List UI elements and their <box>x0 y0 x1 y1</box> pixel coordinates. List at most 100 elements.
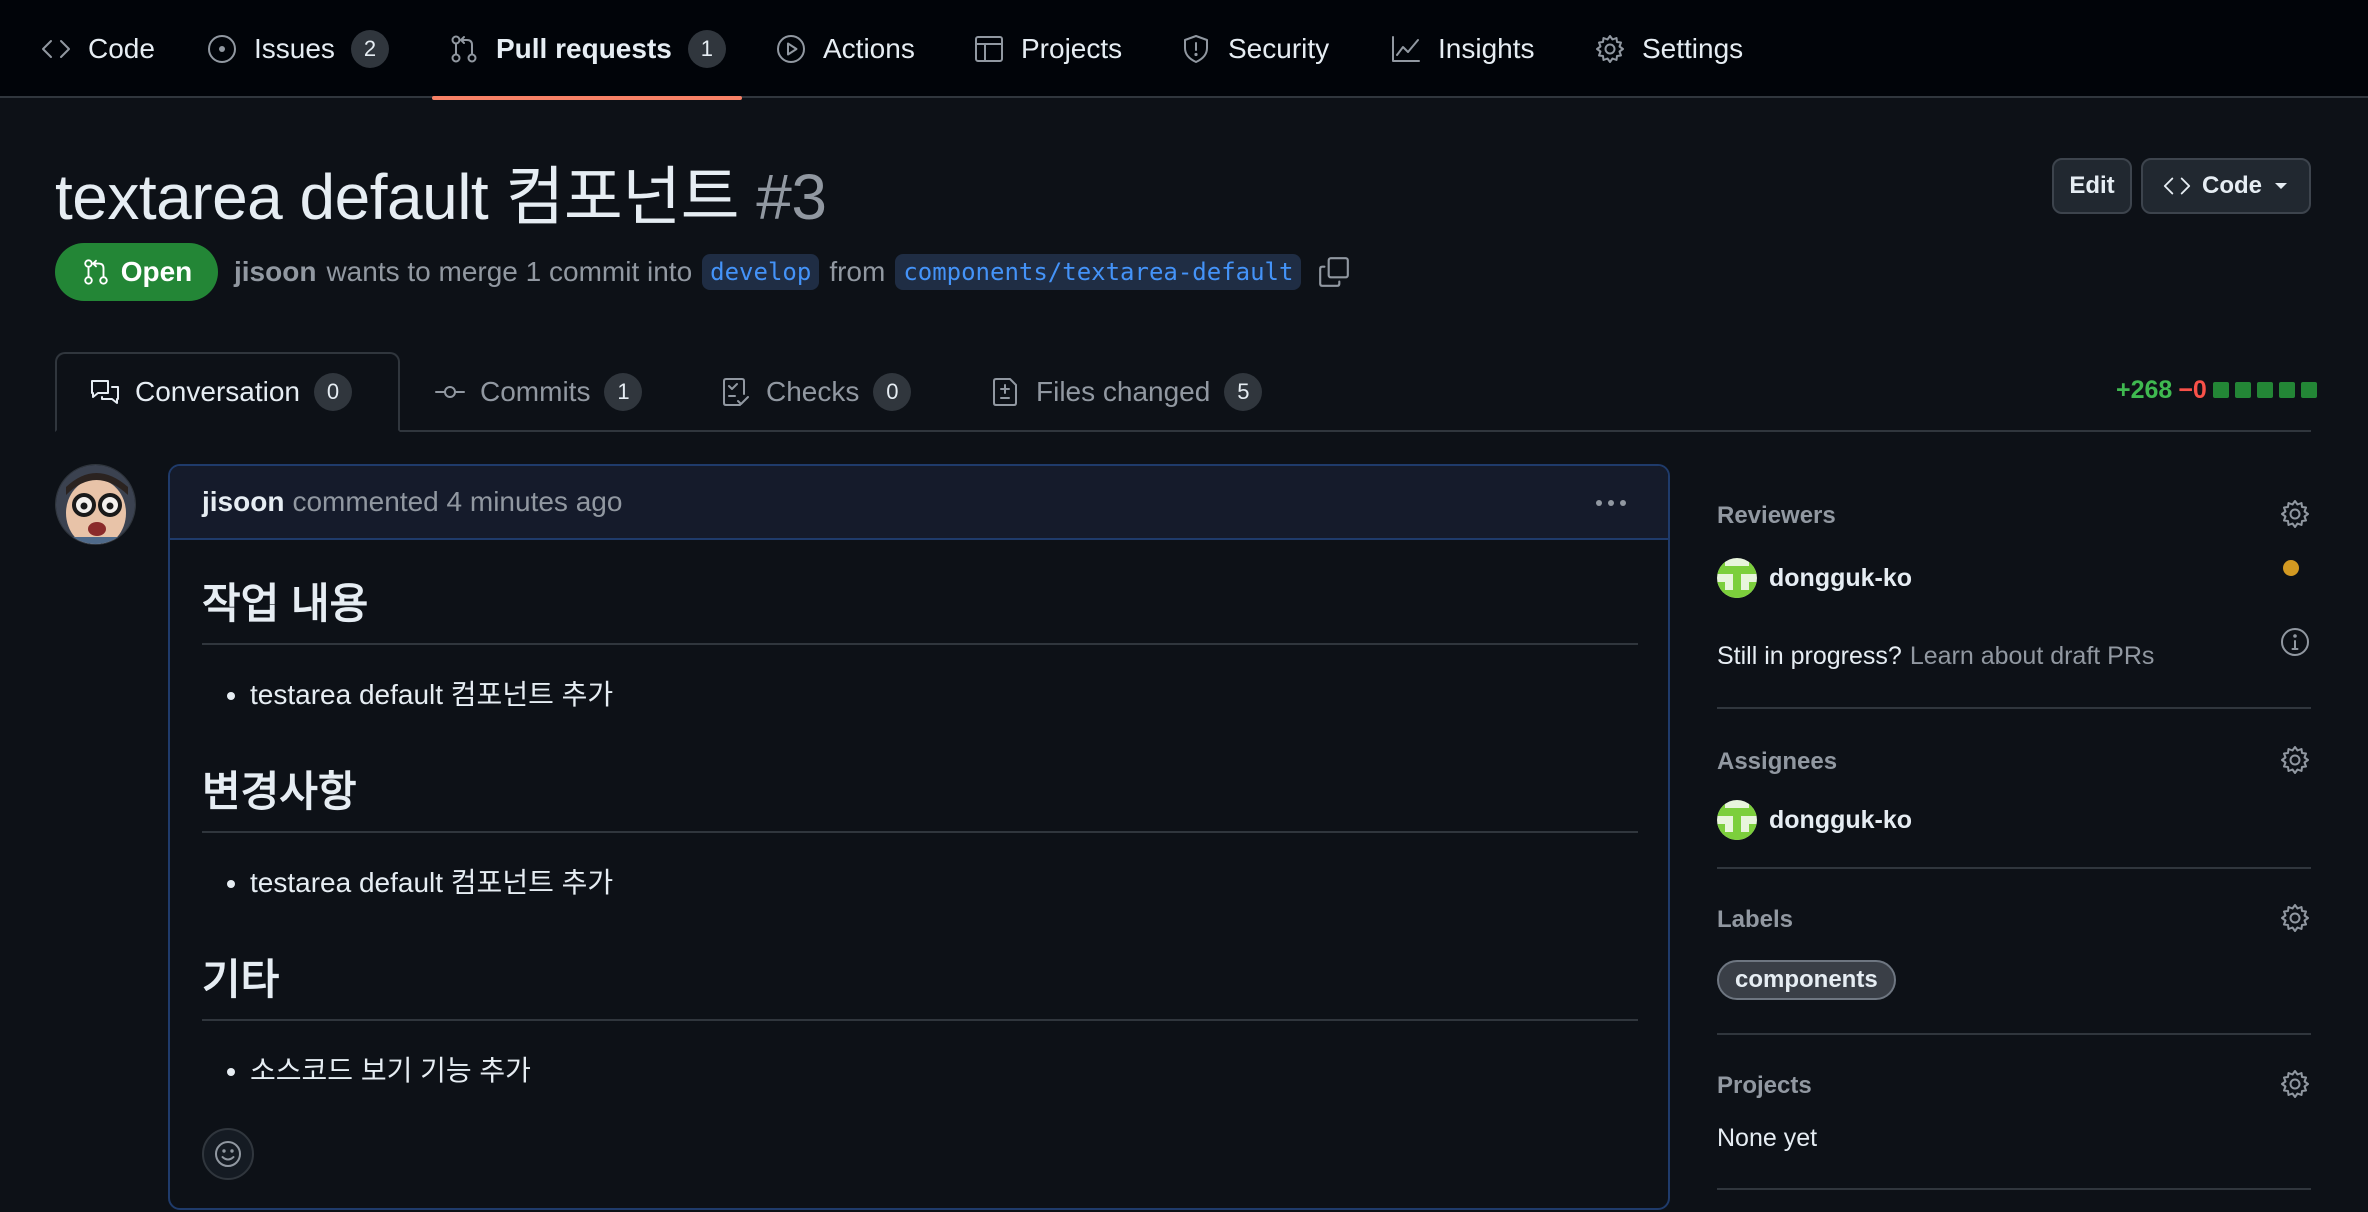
comment-discussion-icon <box>91 380 119 404</box>
tab-label: Files changed <box>1036 376 1211 407</box>
gear-icon[interactable] <box>2279 902 2311 934</box>
assignees-title[interactable]: Assignees <box>1717 748 2311 776</box>
section-heading: 기타 <box>202 946 1638 1021</box>
diffstat-block <box>2212 382 2229 398</box>
comment-header: jisoon commented 4 minutes ago <box>170 466 1668 540</box>
nav-label: Insights <box>1438 33 1535 64</box>
code-dropdown-button[interactable]: Code <box>2141 158 2311 214</box>
nav-label: Projects <box>1021 33 1123 64</box>
copy-icon[interactable] <box>1317 255 1351 289</box>
reviewers-title[interactable]: Reviewers <box>1717 502 2311 530</box>
tab-label: Commits <box>480 376 591 407</box>
reviewer-name: dongguk-ko <box>1769 563 1913 592</box>
tab-counter: 0 <box>313 373 352 411</box>
reviewers-section: Reviewers dongguk-ko Still in progress? … <box>1717 500 2311 671</box>
base-branch[interactable]: develop <box>702 254 820 290</box>
label-pill[interactable]: components <box>1717 960 1896 1000</box>
nav-label: Issues <box>254 33 335 64</box>
checklist-icon <box>723 378 749 406</box>
draft-prs-link[interactable]: Learn about draft PRs <box>1910 642 2155 671</box>
issues-counter: 2 <box>350 30 389 68</box>
kebab-horizontal-icon[interactable] <box>1594 488 1628 518</box>
labels-section: Labels components <box>1717 904 2311 1000</box>
gear-icon[interactable] <box>2279 744 2311 776</box>
nav-label: Pull requests <box>496 33 672 64</box>
nav-item-code[interactable]: Code <box>40 0 155 98</box>
tab-conversation[interactable]: Conversation 0 <box>55 352 400 432</box>
issue-opened-icon <box>208 35 236 63</box>
git-pull-request-icon <box>84 259 108 285</box>
file-diff-icon <box>993 378 1017 406</box>
status-badge: Open <box>55 243 218 301</box>
edit-button-label: Edit <box>2069 172 2115 199</box>
markdown-section: 기타 소스코드 보기 기능 추가 <box>202 946 1638 1091</box>
author-link[interactable]: jisoon <box>234 256 316 288</box>
diffstat-block <box>2234 382 2251 398</box>
diff-additions: +268 <box>2116 375 2173 404</box>
pr-number: #3 <box>756 161 827 233</box>
diffstat-block <box>2300 382 2317 398</box>
assignee-name: dongguk-ko <box>1769 805 1913 834</box>
nav-item-issues[interactable]: Issues 2 <box>206 0 389 98</box>
table-icon <box>975 36 1003 62</box>
page-title: textarea default 컴포넌트 #3 <box>55 146 827 238</box>
nav-label: Settings <box>1642 33 1744 64</box>
tab-files-changed[interactable]: Files changed 5 <box>990 352 1263 432</box>
tab-counter: 1 <box>604 373 643 411</box>
gear-icon[interactable] <box>2279 1068 2311 1100</box>
identicon-avatar <box>1717 558 1757 598</box>
list-item: testarea default 컴포넌트 추가 <box>250 675 1638 715</box>
head-branch[interactable]: components/textarea-default <box>895 254 1302 290</box>
tab-checks[interactable]: Checks 0 <box>720 352 912 432</box>
reviewer-item[interactable]: dongguk-ko <box>1717 558 2311 598</box>
diffstat: +268 −0 <box>2116 372 2317 408</box>
diffstat-block <box>2278 382 2295 398</box>
tab-label: Conversation <box>135 376 300 407</box>
comment-box: jisoon commented 4 minutes ago 작업 내용 tes… <box>168 464 1670 1210</box>
sidebar-divider <box>1717 1033 2311 1035</box>
markdown-section: 변경사항 testarea default 컴포넌트 추가 <box>202 758 1638 903</box>
merge-text-from: from <box>829 256 886 287</box>
add-reaction-button[interactable] <box>202 1128 254 1180</box>
pr-title-text: textarea default 컴포넌트 <box>55 161 740 233</box>
info-icon[interactable] <box>2279 626 2311 658</box>
nav-item-security[interactable]: Security <box>1180 0 1329 98</box>
assignee-item[interactable]: dongguk-ko <box>1717 800 2311 840</box>
assignees-section: Assignees dongguk-ko <box>1717 746 2311 840</box>
avatar[interactable] <box>55 464 136 545</box>
nav-item-projects[interactable]: Projects <box>973 0 1122 98</box>
sidebar-divider <box>1717 867 2311 869</box>
gear-icon[interactable] <box>2279 498 2311 530</box>
projects-title[interactable]: Projects <box>1717 1072 2311 1100</box>
avatar-photo <box>56 465 135 544</box>
comment-author[interactable]: jisoon <box>202 486 284 518</box>
status-label: Open <box>120 256 193 287</box>
code-icon <box>2163 177 2191 195</box>
sidebar-divider <box>1717 1188 2311 1190</box>
draft-question: Still in progress? <box>1717 642 1902 670</box>
graph-icon <box>1392 36 1420 62</box>
markdown-section: 작업 내용 testarea default 컴포넌트 추가 <box>202 570 1638 715</box>
projects-section: Projects None yet <box>1717 1070 2311 1153</box>
nav-item-insights[interactable]: Insights <box>1390 0 1535 98</box>
identicon-avatar <box>1717 800 1757 840</box>
shield-icon <box>1184 35 1208 63</box>
nav-item-actions[interactable]: Actions <box>775 0 915 98</box>
projects-value: None yet <box>1717 1124 1818 1152</box>
comment-meta[interactable]: commented 4 minutes ago <box>292 486 622 518</box>
nav-item-settings[interactable]: Settings <box>1594 0 1743 98</box>
code-button-label: Code <box>2202 172 2262 199</box>
tab-counter: 5 <box>1224 373 1263 411</box>
section-heading: 변경사항 <box>202 758 1638 833</box>
smiley-icon <box>215 1141 241 1167</box>
merge-summary: jisoon wants to merge 1 commit into deve… <box>234 250 1351 294</box>
tab-commits[interactable]: Commits 1 <box>434 352 643 432</box>
nav-item-pull-requests[interactable]: Pull requests 1 <box>432 0 742 100</box>
code-icon <box>42 40 70 58</box>
section-heading: 작업 내용 <box>202 570 1638 645</box>
edit-button[interactable]: Edit <box>2052 158 2132 214</box>
nav-label: Actions <box>823 33 915 64</box>
labels-title[interactable]: Labels <box>1717 906 2311 934</box>
nav-label: Security <box>1228 33 1330 64</box>
diffstat-block <box>2256 382 2273 398</box>
